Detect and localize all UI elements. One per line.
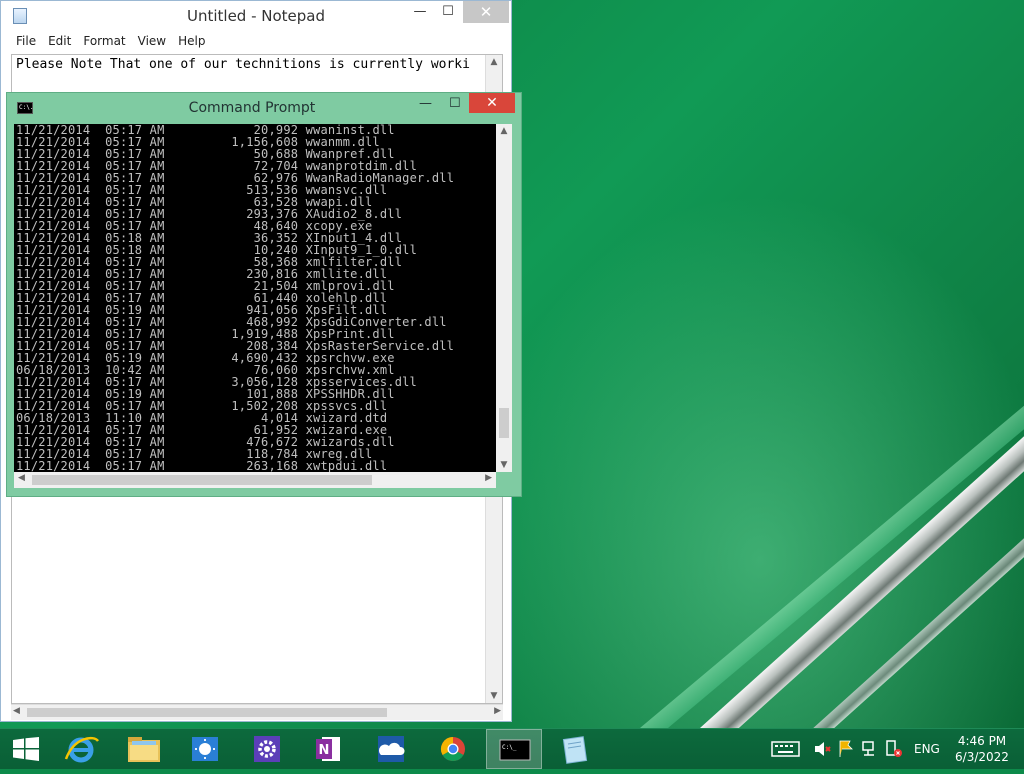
console-date: 11/21/2014 xyxy=(16,459,91,472)
console-line: 11/21/2014 05:17 AM 263,168 xwtpdui.dll xyxy=(16,460,496,472)
notepad-minimize-button[interactable]: — xyxy=(405,1,435,23)
scroll-down-arrow-icon[interactable]: ▼ xyxy=(496,460,512,470)
cmd-vertical-scrollbar[interactable]: ▲ ▼ xyxy=(496,124,512,472)
weather-icon xyxy=(192,737,218,761)
command-prompt-window[interactable]: C:\. Command Prompt — ☐ ✕ 11/21/2014 05:… xyxy=(6,92,522,497)
touch-keyboard-icon[interactable] xyxy=(770,729,802,769)
menu-file[interactable]: File xyxy=(11,34,43,48)
menu-view[interactable]: View xyxy=(133,34,173,48)
command-prompt-icon: C:\_ xyxy=(499,739,531,761)
language-indicator[interactable]: ENG xyxy=(914,742,940,756)
cmd-horizontal-scrollbar[interactable]: ◀ ▶ xyxy=(14,472,496,488)
taskbar-notepad[interactable] xyxy=(548,729,604,769)
notepad-hscroll-thumb[interactable] xyxy=(27,708,387,717)
menu-help[interactable]: Help xyxy=(173,34,212,48)
cmd-minimize-button[interactable]: — xyxy=(419,96,432,111)
volume-muted-icon[interactable] xyxy=(812,729,832,769)
start-button[interactable] xyxy=(0,729,56,769)
scroll-left-arrow-icon[interactable]: ◀ xyxy=(13,706,20,716)
action-center-flag-icon[interactable] xyxy=(836,729,856,769)
cmd-console-output[interactable]: 11/21/2014 05:17 AM 20,992 wwaninst.dll 1… xyxy=(14,124,496,472)
taskbar: N C:\_ ENG 4:46 PM 6/3/2022 xyxy=(0,728,1024,769)
notepad-text[interactable]: Please Note That one of our technitions … xyxy=(16,57,470,72)
network-icon[interactable] xyxy=(860,729,880,769)
scroll-left-arrow-icon[interactable]: ◀ xyxy=(18,473,25,483)
console-filename: xwtpdui.dll xyxy=(305,459,388,472)
chrome-icon xyxy=(440,737,465,762)
cmd-close-button[interactable]: ✕ xyxy=(469,93,515,113)
clock-date: 6/3/2022 xyxy=(955,750,1009,764)
settings-icon xyxy=(254,736,280,762)
svg-text:C:\_: C:\_ xyxy=(502,744,517,751)
svg-text:N: N xyxy=(319,743,330,758)
taskbar-internet-explorer[interactable] xyxy=(54,729,110,769)
wallpaper-highlight xyxy=(640,368,1024,728)
notepad-horizontal-scrollbar[interactable]: ◀ ▶ xyxy=(11,704,503,720)
internet-explorer-icon xyxy=(64,736,100,763)
windows-logo-icon xyxy=(13,737,39,761)
taskbar-weather[interactable] xyxy=(178,729,234,769)
scroll-right-arrow-icon[interactable]: ▶ xyxy=(494,706,501,716)
cmd-hscroll-thumb[interactable] xyxy=(32,475,372,485)
console-size: 263,168 xyxy=(246,459,299,472)
taskbar-clock[interactable]: 4:46 PM 6/3/2022 xyxy=(944,733,1020,765)
cmd-vscroll-thumb[interactable] xyxy=(499,408,509,438)
taskbar-onenote[interactable]: N xyxy=(302,729,358,769)
scroll-up-arrow-icon[interactable]: ▲ xyxy=(496,126,512,136)
scroll-right-arrow-icon[interactable]: ▶ xyxy=(485,473,492,483)
power-status-icon[interactable] xyxy=(884,729,904,769)
notepad-maximize-button[interactable]: ☐ xyxy=(433,1,463,23)
console-time: 05:17 AM xyxy=(105,459,165,472)
scroll-down-arrow-icon[interactable]: ▼ xyxy=(486,691,502,701)
menu-edit[interactable]: Edit xyxy=(43,34,78,48)
taskbar-file-explorer[interactable] xyxy=(116,729,172,769)
onedrive-icon xyxy=(378,736,405,762)
file-explorer-icon xyxy=(128,737,160,762)
cmd-title-bar[interactable]: C:\. Command Prompt — ☐ ✕ xyxy=(7,93,521,123)
onenote-icon: N xyxy=(316,737,340,761)
notepad-menu-bar: File Edit Format View Help xyxy=(1,31,511,51)
notepad-close-button[interactable]: ✕ xyxy=(463,1,509,23)
taskbar-onedrive[interactable] xyxy=(364,729,420,769)
menu-format[interactable]: Format xyxy=(78,34,132,48)
notepad-title-bar[interactable]: Untitled - Notepad — ☐ ✕ xyxy=(1,1,511,31)
taskbar-chrome[interactable] xyxy=(426,729,482,769)
scroll-up-arrow-icon[interactable]: ▲ xyxy=(486,57,502,67)
taskbar-command-prompt[interactable]: C:\_ xyxy=(486,729,542,769)
notepad-icon xyxy=(562,736,588,764)
cmd-maximize-button[interactable]: ☐ xyxy=(449,96,461,111)
clock-time: 4:46 PM xyxy=(957,734,1007,748)
taskbar-settings[interactable] xyxy=(240,729,296,769)
